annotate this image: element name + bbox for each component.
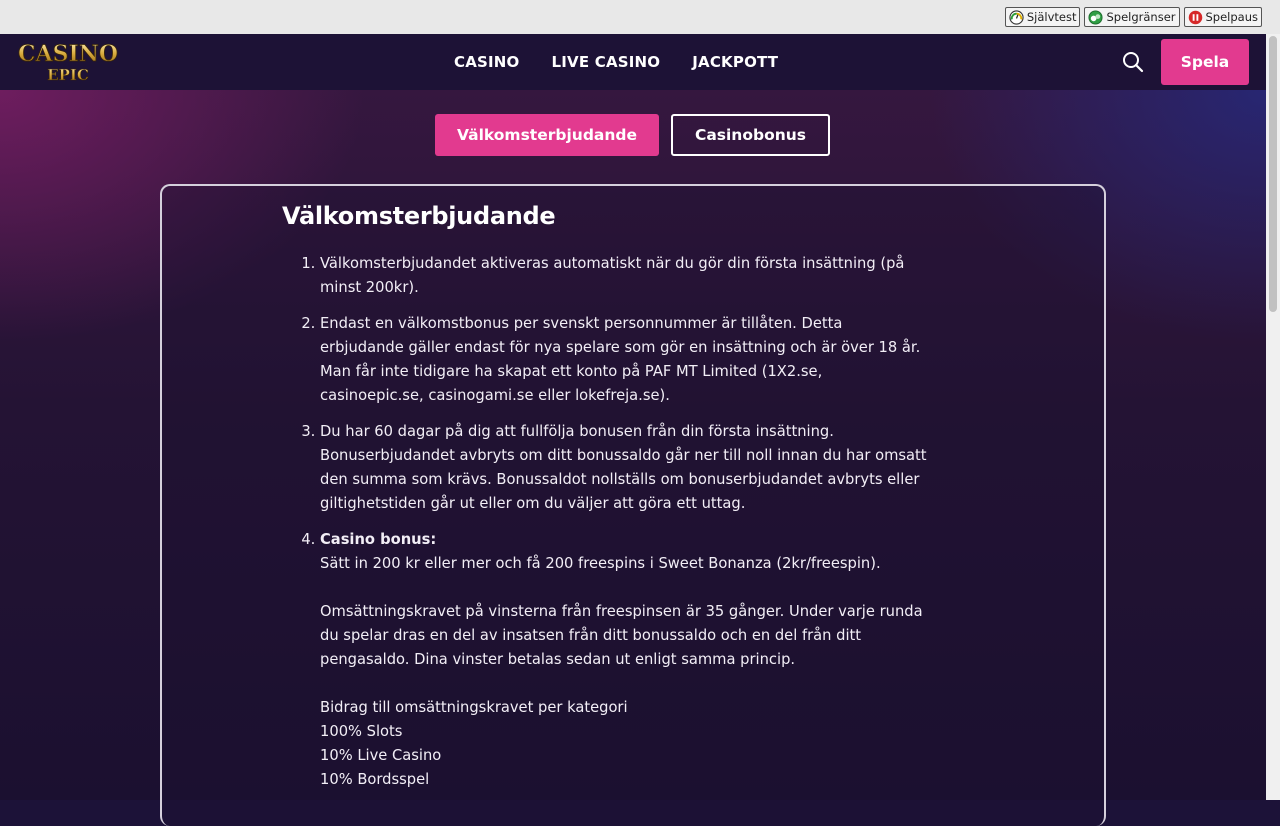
spela-button[interactable]: Spela xyxy=(1161,39,1249,85)
svg-text:EPIC: EPIC xyxy=(47,66,89,84)
regulatory-bar: Självtest Spelgränser Spelpaus xyxy=(0,0,1280,35)
list-item: Casino bonus: Sätt in 200 kr eller mer o… xyxy=(320,528,930,792)
list-item-text: Du har 60 dagar på dig att fullfölja bon… xyxy=(320,423,927,512)
main-nav: CASINO LIVE CASINO JACKPOTT xyxy=(454,34,778,90)
spelpaus-label: Spelpaus xyxy=(1205,10,1259,24)
list-item: Välkomsterbjudandet aktiveras automatisk… xyxy=(320,252,930,300)
tab-valkomsterbjudande[interactable]: Välkomsterbjudande xyxy=(435,114,659,156)
list-item: Du har 60 dagar på dig att fullfölja bon… xyxy=(320,420,930,516)
spelpaus-button[interactable]: Spelpaus xyxy=(1183,7,1262,27)
casino-bonus-heading: Casino bonus: xyxy=(320,531,437,548)
nav-live-casino[interactable]: LIVE CASINO xyxy=(552,53,661,71)
nav-jackpott[interactable]: JACKPOTT xyxy=(692,53,778,71)
casino-bonus-line: Sätt in 200 kr eller mer och få 200 free… xyxy=(320,555,881,572)
pause-icon xyxy=(1188,10,1202,24)
contribution-heading: Bidrag till omsättningskravet per katego… xyxy=(320,699,628,716)
contribution-table-games: 10% Bordsspel xyxy=(320,771,430,788)
terms-list: Välkomsterbjudandet aktiveras automatisk… xyxy=(280,252,930,804)
regulatory-buttons: Självtest Spelgränser Spelpaus xyxy=(1004,7,1262,27)
nav-casino[interactable]: CASINO xyxy=(454,53,520,71)
sjalvtest-label: Självtest xyxy=(1026,10,1077,24)
spelgranser-label: Spelgränser xyxy=(1106,10,1176,24)
contribution-slots: 100% Slots xyxy=(320,723,403,740)
page-scrollbar[interactable] xyxy=(1266,34,1280,800)
svg-text:CASINO: CASINO xyxy=(18,41,118,67)
speedometer-icon xyxy=(1009,9,1024,25)
site-header: CASINO EPIC CASINO LIVE CASINO JACKPOTT … xyxy=(0,34,1266,90)
terms-title: Välkomsterbjudande xyxy=(282,202,556,230)
search-icon[interactable] xyxy=(1122,51,1144,73)
casino-epic-logo[interactable]: CASINO EPIC xyxy=(16,39,120,85)
wagering-paragraph: Omsättningskravet på vinsterna från free… xyxy=(320,603,923,668)
limits-icon xyxy=(1088,9,1103,25)
page-content: Välkomsterbjudande Casinobonus Välkomste… xyxy=(0,90,1266,826)
list-item: Endast en välkomstbonus per svenskt pers… xyxy=(320,312,930,408)
contribution-live-casino: 10% Live Casino xyxy=(320,747,442,764)
offer-tabs: Välkomsterbjudande Casinobonus xyxy=(435,114,830,156)
list-item-text: Välkomsterbjudandet aktiveras automatisk… xyxy=(320,255,905,296)
spelgranser-button[interactable]: Spelgränser xyxy=(1084,7,1180,27)
scrollbar-thumb[interactable] xyxy=(1269,36,1277,312)
list-item-text: Endast en välkomstbonus per svenskt pers… xyxy=(320,315,921,404)
sjalvtest-button[interactable]: Självtest xyxy=(1004,7,1081,27)
terms-card: Välkomsterbjudande Välkomsterbjudandet a… xyxy=(160,184,1106,826)
tab-casinobonus[interactable]: Casinobonus xyxy=(671,114,830,156)
